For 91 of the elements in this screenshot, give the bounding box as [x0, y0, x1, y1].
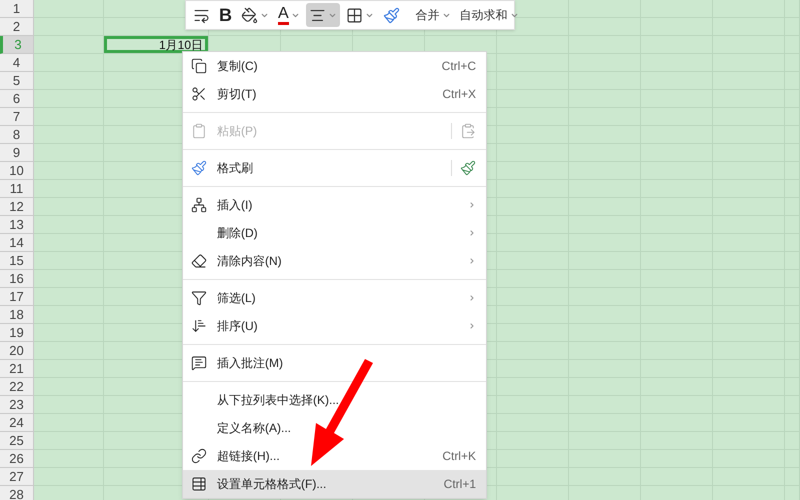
row-header[interactable]: 18: [0, 306, 34, 324]
menu-item[interactable]: 从下拉列表中选择(K)...: [183, 386, 486, 414]
sheet-cell[interactable]: [34, 216, 104, 234]
row-header[interactable]: 5: [0, 72, 34, 90]
comment-icon: [191, 355, 207, 371]
row-header[interactable]: 2: [0, 18, 34, 36]
row-header[interactable]: 15: [0, 252, 34, 270]
sheet-cell[interactable]: [34, 306, 104, 324]
sheet-cell[interactable]: [34, 450, 104, 468]
sheet-cell[interactable]: [34, 378, 104, 396]
scissors-icon: [191, 86, 207, 102]
menu-item[interactable]: 定义名称(A)...: [183, 414, 486, 442]
row-header[interactable]: 12: [0, 198, 34, 216]
shortcut-text: Ctrl+C: [442, 58, 476, 75]
sheet-cell[interactable]: [34, 54, 104, 72]
eraser-icon: [191, 253, 207, 269]
sheet-cell[interactable]: [34, 414, 104, 432]
row-header[interactable]: 14: [0, 234, 34, 252]
table-icon: [191, 476, 207, 492]
row-header[interactable]: 23: [0, 396, 34, 414]
copy-icon: [191, 58, 207, 74]
sheet-cell[interactable]: [34, 162, 104, 180]
menu-item[interactable]: 插入批注(M): [183, 349, 486, 377]
clipboard-icon: [191, 123, 207, 139]
sheet-cell[interactable]: [34, 342, 104, 360]
row-header[interactable]: 16: [0, 270, 34, 288]
sheet-cell[interactable]: [34, 126, 104, 144]
paintbrush-icon: [191, 160, 207, 176]
toolbar-button[interactable]: B: [216, 3, 235, 27]
shortcut-text: Ctrl+X: [442, 86, 476, 103]
menu-item[interactable]: 格式刷: [183, 154, 486, 182]
menu-item[interactable]: 删除(D): [183, 219, 486, 247]
fill-color-icon: [241, 6, 258, 24]
sheet-cell[interactable]: [34, 198, 104, 216]
sheet-cell[interactable]: [34, 108, 104, 126]
link-icon: [191, 448, 207, 464]
menu-item[interactable]: 筛选(L): [183, 284, 486, 312]
row-header[interactable]: 8: [0, 126, 34, 144]
row-header[interactable]: 27: [0, 468, 34, 486]
row-header[interactable]: 19: [0, 324, 34, 342]
menu-item[interactable]: 超链接(H)... Ctrl+K: [183, 442, 486, 470]
toolbar-dropdown[interactable]: 自动求和: [456, 3, 522, 27]
row-header[interactable]: 10: [0, 162, 34, 180]
menu-item[interactable]: 设置单元格格式(F)... Ctrl+1: [183, 470, 486, 498]
row-header[interactable]: 6: [0, 90, 34, 108]
sheet-cell[interactable]: [34, 180, 104, 198]
menu-item[interactable]: 复制(C) Ctrl+C: [183, 52, 486, 80]
toolbar-button[interactable]: A: [275, 3, 303, 27]
row-header[interactable]: 25: [0, 432, 34, 450]
sheet-cell[interactable]: [34, 288, 104, 306]
sheet-cell[interactable]: [34, 18, 104, 36]
row-header[interactable]: 4: [0, 54, 34, 72]
row-header[interactable]: 9: [0, 144, 34, 162]
sheet-cell[interactable]: [34, 234, 104, 252]
row-header[interactable]: 20: [0, 342, 34, 360]
row-header[interactable]: 17: [0, 288, 34, 306]
row-header[interactable]: 26: [0, 450, 34, 468]
row-header[interactable]: 28: [0, 486, 34, 500]
sort-icon: [191, 318, 207, 334]
shortcut-text: Ctrl+1: [444, 476, 476, 493]
menu-item[interactable]: 清除内容(N): [183, 247, 486, 275]
paintbrush-icon[interactable]: [460, 160, 476, 176]
sheet-cell[interactable]: [34, 360, 104, 378]
sheet-cell[interactable]: [34, 468, 104, 486]
sheet-cell[interactable]: [34, 270, 104, 288]
sheet-cell[interactable]: [34, 90, 104, 108]
sheet-cell[interactable]: [34, 324, 104, 342]
toolbar-dropdown[interactable]: 合并: [412, 3, 454, 27]
row-header[interactable]: 11: [0, 180, 34, 198]
row-header[interactable]: 21: [0, 360, 34, 378]
filter-icon: [191, 290, 207, 306]
insert-icon: [191, 197, 207, 213]
row-header[interactable]: 22: [0, 378, 34, 396]
menu-item[interactable]: 剪切(T) Ctrl+X: [183, 80, 486, 108]
sheet-cell[interactable]: [34, 144, 104, 162]
sheet-cell[interactable]: [34, 72, 104, 90]
sheet-cell[interactable]: [34, 36, 104, 54]
menu-item[interactable]: 插入(I): [183, 191, 486, 219]
menu-item[interactable]: 排序(U): [183, 312, 486, 340]
sheet-cell[interactable]: [34, 396, 104, 414]
toolbar-button[interactable]: [306, 3, 340, 27]
shortcut-text: Ctrl+K: [442, 448, 476, 465]
row-header[interactable]: 1: [0, 0, 34, 18]
row-header[interactable]: 7: [0, 108, 34, 126]
sheet-cell[interactable]: [34, 0, 104, 18]
sheet-cell[interactable]: [34, 252, 104, 270]
sheet-cell[interactable]: [34, 432, 104, 450]
row-header[interactable]: 24: [0, 414, 34, 432]
row-header[interactable]: 13: [0, 216, 34, 234]
format-painter-icon: [382, 6, 400, 24]
borders-icon: [346, 6, 363, 24]
